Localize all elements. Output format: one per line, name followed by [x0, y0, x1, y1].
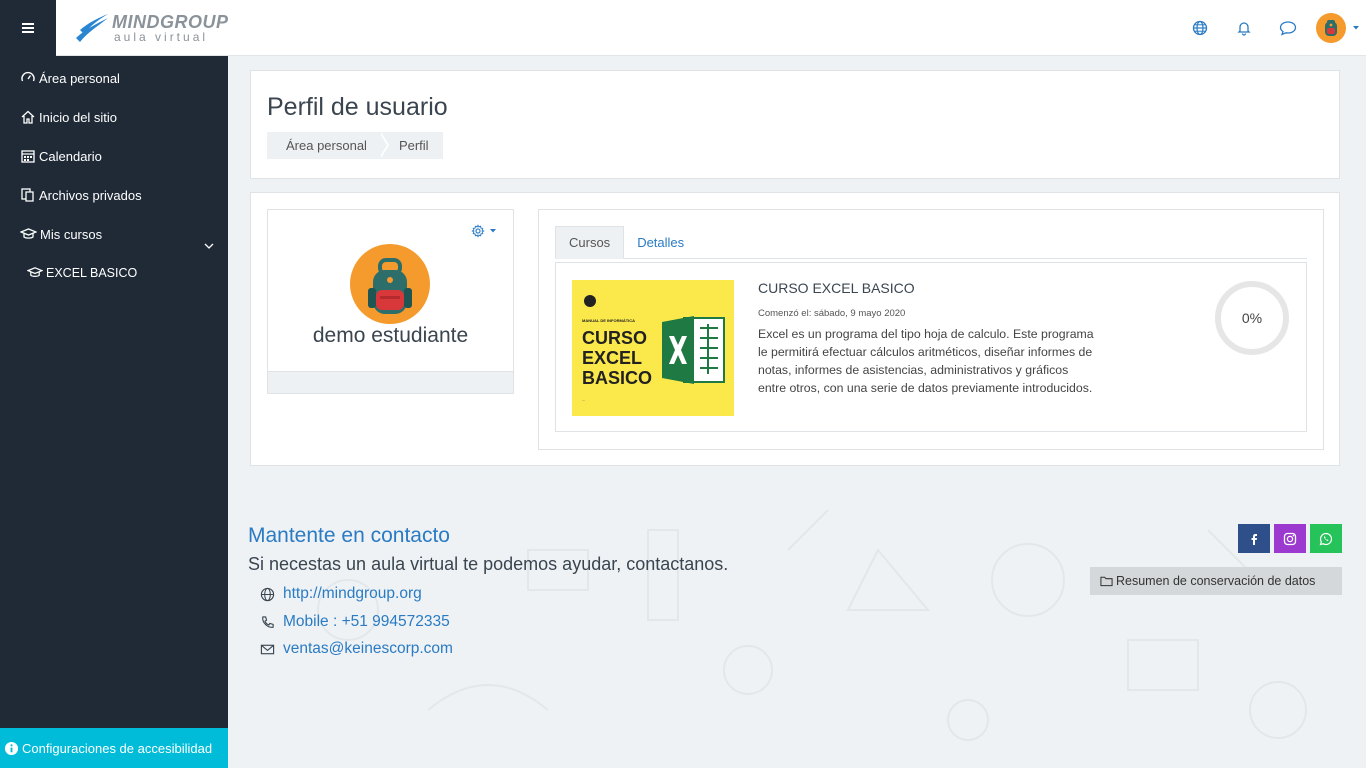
globe-icon [260, 587, 275, 601]
facebook-icon [1251, 533, 1257, 545]
files-icon [21, 188, 34, 202]
footer-title: Mantente en contacto [248, 524, 450, 547]
dashboard-icon [21, 71, 35, 82]
sidebar-item-label: EXCEL BASICO [46, 265, 138, 280]
chevron-down-icon[interactable] [204, 234, 214, 253]
chat-icon[interactable] [1266, 0, 1310, 56]
profile-region: demo estudiante Cursos Detalles MANUAL D… [250, 192, 1340, 466]
course-image-line: EXCEL [582, 348, 643, 368]
breadcrumb: Área personal Perfil [267, 132, 443, 159]
accessibility-label: Configuraciones de accesibilidad [22, 740, 213, 756]
course-description: Excel es un programa del tipo hoja de ca… [758, 327, 1094, 395]
sidebar-item-label: Archivos privados [39, 187, 142, 203]
accessibility-settings-button[interactable]: Configuraciones de accesibilidad [0, 728, 228, 768]
excel-logo-icon [662, 316, 725, 384]
breadcrumb-label: Perfil [398, 138, 429, 153]
footer-mobile-text: Mobile : +51 994572335 [283, 613, 450, 630]
course-progress-ring: 0% [1213, 279, 1291, 357]
sidebar-item-calendario[interactable]: Calendario [20, 148, 102, 164]
sidebar-item-excel-basico[interactable]: EXCEL BASICO [27, 265, 137, 280]
profile-avatar [350, 244, 430, 324]
user-full-name: demo estudiante [312, 324, 469, 347]
sidebar-item-label: Inicio del sitio [39, 109, 118, 125]
facebook-button[interactable] [1238, 524, 1270, 553]
footer-email-text: ventas@keinescorp.com [283, 640, 453, 657]
user-card-footer [268, 371, 513, 393]
gear-icon [471, 224, 485, 238]
course-image[interactable]: MANUAL DE INFORMÁTICA CURSO EXCEL BASICO… [572, 280, 734, 416]
globe-icon[interactable] [1178, 0, 1222, 56]
calendar-icon [21, 150, 35, 163]
course-start-date: Comenzó el: sábado, 9 mayo 2020 [758, 308, 906, 319]
top-navbar: MINDGROUP aula virtual [0, 0, 1366, 56]
data-retention-summary-label: Resumen de conservación de datos [1116, 574, 1316, 588]
home-icon [21, 110, 35, 124]
sidebar-item-archivos-privados[interactable]: Archivos privados [20, 187, 142, 203]
tab-detalles[interactable]: Detalles [624, 226, 697, 259]
footer-website-text: http://mindgroup.org [283, 585, 422, 602]
course-image-line: BASICO [582, 368, 653, 388]
tab-cursos[interactable]: Cursos [555, 226, 625, 259]
site-footer: Mantente en contacto Si necestas un aula… [228, 490, 1366, 768]
instagram-icon [1283, 532, 1297, 545]
user-settings-menu[interactable] [471, 224, 497, 238]
course-progress-value: 0% [1241, 310, 1263, 326]
course-title-link[interactable]: CURSO EXCEL BASICO [758, 280, 915, 296]
footer-subtitle: Si necestas un aula virtual te podemos a… [248, 554, 729, 574]
site-logo[interactable]: MINDGROUP aula virtual [74, 12, 234, 46]
course-card: MANUAL DE INFORMÁTICA CURSO EXCEL BASICO… [555, 262, 1307, 432]
footer-email-link[interactable]: ventas@keinescorp.com [260, 640, 453, 658]
footer-mobile-link[interactable]: Mobile : +51 994572335 [260, 613, 450, 631]
course-image-badge-icon [584, 295, 596, 307]
whatsapp-icon [1319, 532, 1333, 545]
course-image-footnote: — [582, 398, 585, 402]
user-avatar[interactable] [1316, 13, 1346, 43]
info-icon [4, 741, 19, 755]
graduation-cap-icon [27, 267, 43, 277]
courses-panel: Cursos Detalles MANUAL DE INFORMÁTICA CU… [538, 209, 1324, 450]
caret-down-icon [490, 229, 496, 233]
sidebar-item-label: Mis cursos [40, 226, 103, 242]
course-image-line: CURSO [582, 328, 648, 348]
logo-subtitle: aula virtual [114, 30, 209, 44]
data-retention-summary-button[interactable]: Resumen de conservación de datos [1090, 567, 1342, 595]
sidebar-item-label: Calendario [39, 148, 102, 164]
sidebar-item-inicio[interactable]: Inicio del sitio [20, 109, 117, 125]
hamburger-icon[interactable] [0, 0, 56, 56]
user-menu-caret-icon[interactable] [1346, 0, 1366, 56]
bell-icon[interactable] [1222, 0, 1266, 56]
course-image-title: CURSO EXCEL BASICO [582, 328, 652, 388]
user-card: demo estudiante [267, 209, 514, 394]
course-image-kicker: MANUAL DE INFORMÁTICA [582, 318, 636, 323]
instagram-button[interactable] [1274, 524, 1306, 553]
footer-website-link[interactable]: http://mindgroup.org [260, 585, 422, 603]
logo-swoosh-icon [76, 14, 108, 42]
sidebar: Área personal Inicio del sitio Calendari… [0, 56, 228, 768]
sidebar-item-area-personal[interactable]: Área personal [20, 70, 120, 86]
breadcrumb-label: Área personal [286, 138, 367, 153]
phone-icon [262, 615, 274, 628]
mail-icon [260, 644, 275, 654]
breadcrumb-item-area-personal[interactable]: Área personal [267, 132, 389, 159]
page-title: Perfil de usuario [267, 93, 448, 121]
sidebar-item-mis-cursos[interactable]: Mis cursos [20, 226, 102, 242]
profile-tabs: Cursos Detalles [555, 226, 1307, 259]
whatsapp-button[interactable] [1310, 524, 1342, 553]
graduation-cap-icon [20, 228, 37, 239]
page-header: Perfil de usuario Área personal Perfil [250, 70, 1340, 179]
folder-icon [1100, 576, 1113, 587]
sidebar-item-label: Área personal [39, 70, 120, 86]
